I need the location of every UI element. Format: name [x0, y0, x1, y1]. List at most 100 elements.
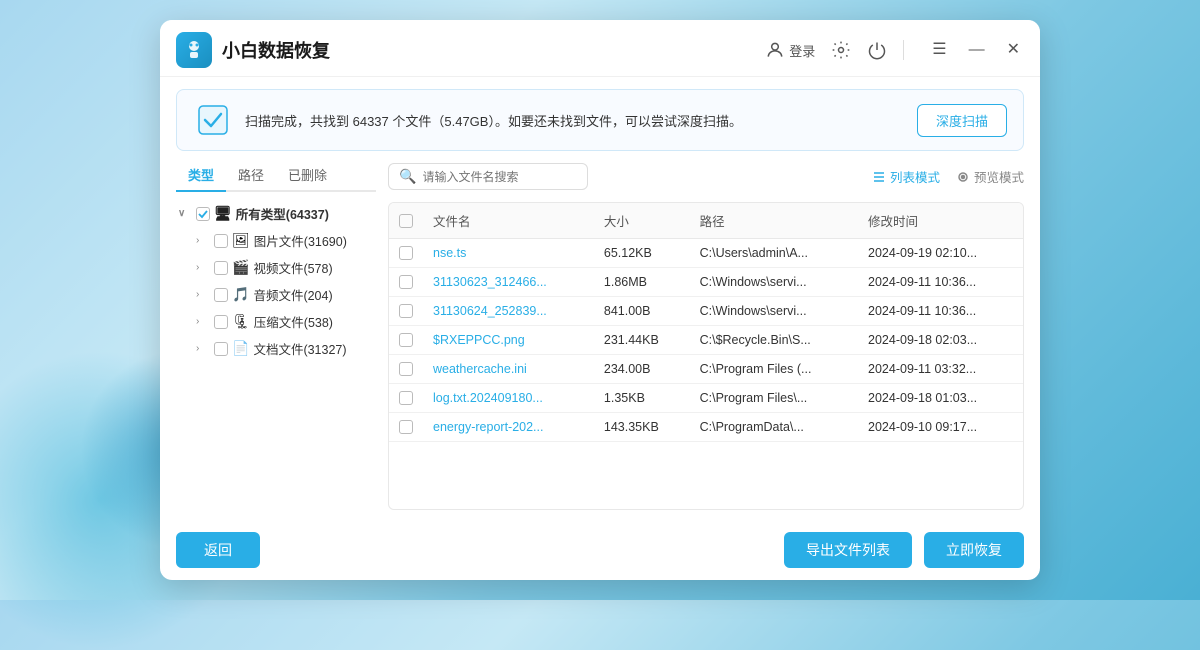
deep-scan-button[interactable]: 深度扫描 — [917, 104, 1007, 137]
table-row: 31130623_312466... 1.86MB C:\Windows\ser… — [389, 268, 1023, 297]
expand-icon: › — [196, 289, 210, 300]
tree-item-checkbox[interactable] — [214, 288, 228, 302]
tree-item-label: 文档文件(31327) — [253, 339, 346, 358]
search-icon: 🔍 — [399, 168, 416, 185]
user-login-btn[interactable]: 登录 — [765, 40, 815, 60]
settings-btn[interactable] — [831, 40, 851, 60]
tree-root-label: 所有类型(64337) — [236, 204, 329, 223]
expand-icon: › — [196, 316, 210, 327]
col-path: 路径 — [690, 203, 858, 239]
title-bar: 小白数据恢复 登录 ☰ — [160, 20, 1040, 77]
row-path: C:\ProgramData\... — [690, 413, 858, 442]
menu-btn[interactable]: ☰ — [928, 40, 950, 60]
col-modified: 修改时间 — [858, 203, 1023, 239]
row-checkbox[interactable] — [399, 246, 413, 260]
preview-mode-btn[interactable]: 预览模式 — [956, 167, 1024, 186]
row-checkbox[interactable] — [399, 333, 413, 347]
row-modified: 2024-09-18 02:03... — [858, 326, 1023, 355]
app-window: 小白数据恢复 登录 ☰ — [160, 20, 1040, 580]
row-size: 1.35KB — [594, 384, 690, 413]
tree-root-checkbox[interactable] — [196, 207, 210, 221]
right-panel: 🔍 列表模式 预览模式 — [388, 159, 1024, 510]
row-path: C:\Program Files (... — [690, 355, 858, 384]
row-path: C:\Program Files\... — [690, 384, 858, 413]
row-checkbox[interactable] — [399, 275, 413, 289]
row-path: C:\Windows\servi... — [690, 268, 858, 297]
row-checkbox-cell[interactable] — [389, 268, 423, 297]
row-size: 65.12KB — [594, 239, 690, 268]
row-filename: log.txt.202409180... — [423, 384, 594, 413]
close-btn[interactable]: ✕ — [1003, 40, 1024, 60]
tab-type[interactable]: 类型 — [176, 159, 226, 192]
tree-item-checkbox[interactable] — [214, 261, 228, 275]
row-filename: nse.ts — [423, 239, 594, 268]
list-mode-btn[interactable]: 列表模式 — [872, 167, 940, 186]
row-checkbox-cell[interactable] — [389, 239, 423, 268]
row-filename: 31130624_252839... — [423, 297, 594, 326]
drive-icon: 🖥 — [214, 205, 232, 222]
scan-bar: 扫描完成，共找到 64337 个文件（5.47GB）。如要还未找到文件，可以尝试… — [176, 89, 1024, 151]
row-checkbox-cell[interactable] — [389, 384, 423, 413]
expand-icon: › — [196, 343, 210, 354]
tab-path[interactable]: 路径 — [226, 159, 276, 192]
row-path: C:\Windows\servi... — [690, 297, 858, 326]
row-checkbox-cell[interactable] — [389, 413, 423, 442]
select-all-checkbox[interactable] — [399, 214, 413, 228]
export-button[interactable]: 导出文件列表 — [784, 532, 912, 568]
row-size: 231.44KB — [594, 326, 690, 355]
view-modes: 列表模式 预览模式 — [872, 167, 1024, 186]
tree-item-videos[interactable]: › 🎬 视频文件(578) — [176, 254, 376, 281]
col-size: 大小 — [594, 203, 690, 239]
tab-deleted[interactable]: 已删除 — [276, 159, 339, 192]
back-button[interactable]: 返回 — [176, 532, 260, 568]
tree-item-archives[interactable]: › 🗜 压缩文件(538) — [176, 308, 376, 335]
minimize-btn[interactable]: — — [965, 40, 989, 60]
table-row: 31130624_252839... 841.00B C:\Windows\se… — [389, 297, 1023, 326]
row-filename: $RXEPPCC.png — [423, 326, 594, 355]
image-icon: 🖼 — [232, 232, 250, 249]
col-check[interactable] — [389, 203, 423, 239]
video-icon: 🎬 — [232, 259, 249, 276]
expand-icon: › — [196, 235, 210, 246]
row-checkbox-cell[interactable] — [389, 297, 423, 326]
row-modified: 2024-09-19 02:10... — [858, 239, 1023, 268]
scan-bar-left: 扫描完成，共找到 64337 个文件（5.47GB）。如要还未找到文件，可以尝试… — [193, 100, 742, 140]
tree-item-checkbox[interactable] — [214, 342, 228, 356]
login-label: 登录 — [789, 41, 815, 60]
right-toolbar: 🔍 列表模式 预览模式 — [388, 159, 1024, 194]
row-checkbox[interactable] — [399, 420, 413, 434]
row-filename: 31130623_312466... — [423, 268, 594, 297]
tree-item-checkbox[interactable] — [214, 234, 228, 248]
expand-icon: ∨ — [178, 208, 192, 219]
search-input[interactable] — [422, 170, 577, 184]
file-table: 文件名 大小 路径 修改时间 nse.ts 65.12KB C:\Users\a… — [388, 202, 1024, 510]
archive-icon: 🗜 — [232, 313, 250, 330]
search-box[interactable]: 🔍 — [388, 163, 588, 190]
row-size: 234.00B — [594, 355, 690, 384]
power-btn[interactable] — [867, 40, 887, 60]
row-checkbox-cell[interactable] — [389, 355, 423, 384]
row-checkbox-cell[interactable] — [389, 326, 423, 355]
title-right: 登录 ☰ — ✕ — [765, 40, 1024, 60]
tree-item-label: 视频文件(578) — [253, 258, 332, 277]
row-checkbox[interactable] — [399, 304, 413, 318]
left-panel: 类型 路径 已删除 ∨ 🖥 所有类型(64337) › — [176, 159, 376, 510]
recover-button[interactable]: 立即恢复 — [924, 532, 1024, 568]
table-header-row: 文件名 大小 路径 修改时间 — [389, 203, 1023, 239]
title-divider — [903, 40, 904, 60]
row-path: C:\$Recycle.Bin\S... — [690, 326, 858, 355]
col-filename: 文件名 — [423, 203, 594, 239]
tree-root[interactable]: ∨ 🖥 所有类型(64337) — [176, 200, 376, 227]
row-size: 1.86MB — [594, 268, 690, 297]
row-modified: 2024-09-11 03:32... — [858, 355, 1023, 384]
row-modified: 2024-09-18 01:03... — [858, 384, 1023, 413]
row-checkbox[interactable] — [399, 391, 413, 405]
app-icon — [176, 32, 212, 68]
tree-item-audio[interactable]: › 🎵 音频文件(204) — [176, 281, 376, 308]
table-row: nse.ts 65.12KB C:\Users\admin\A... 2024-… — [389, 239, 1023, 268]
audio-icon: 🎵 — [232, 286, 249, 303]
row-checkbox[interactable] — [399, 362, 413, 376]
tree-item-images[interactable]: › 🖼 图片文件(31690) — [176, 227, 376, 254]
tree-item-checkbox[interactable] — [214, 315, 228, 329]
tree-item-docs[interactable]: › 📄 文档文件(31327) — [176, 335, 376, 362]
